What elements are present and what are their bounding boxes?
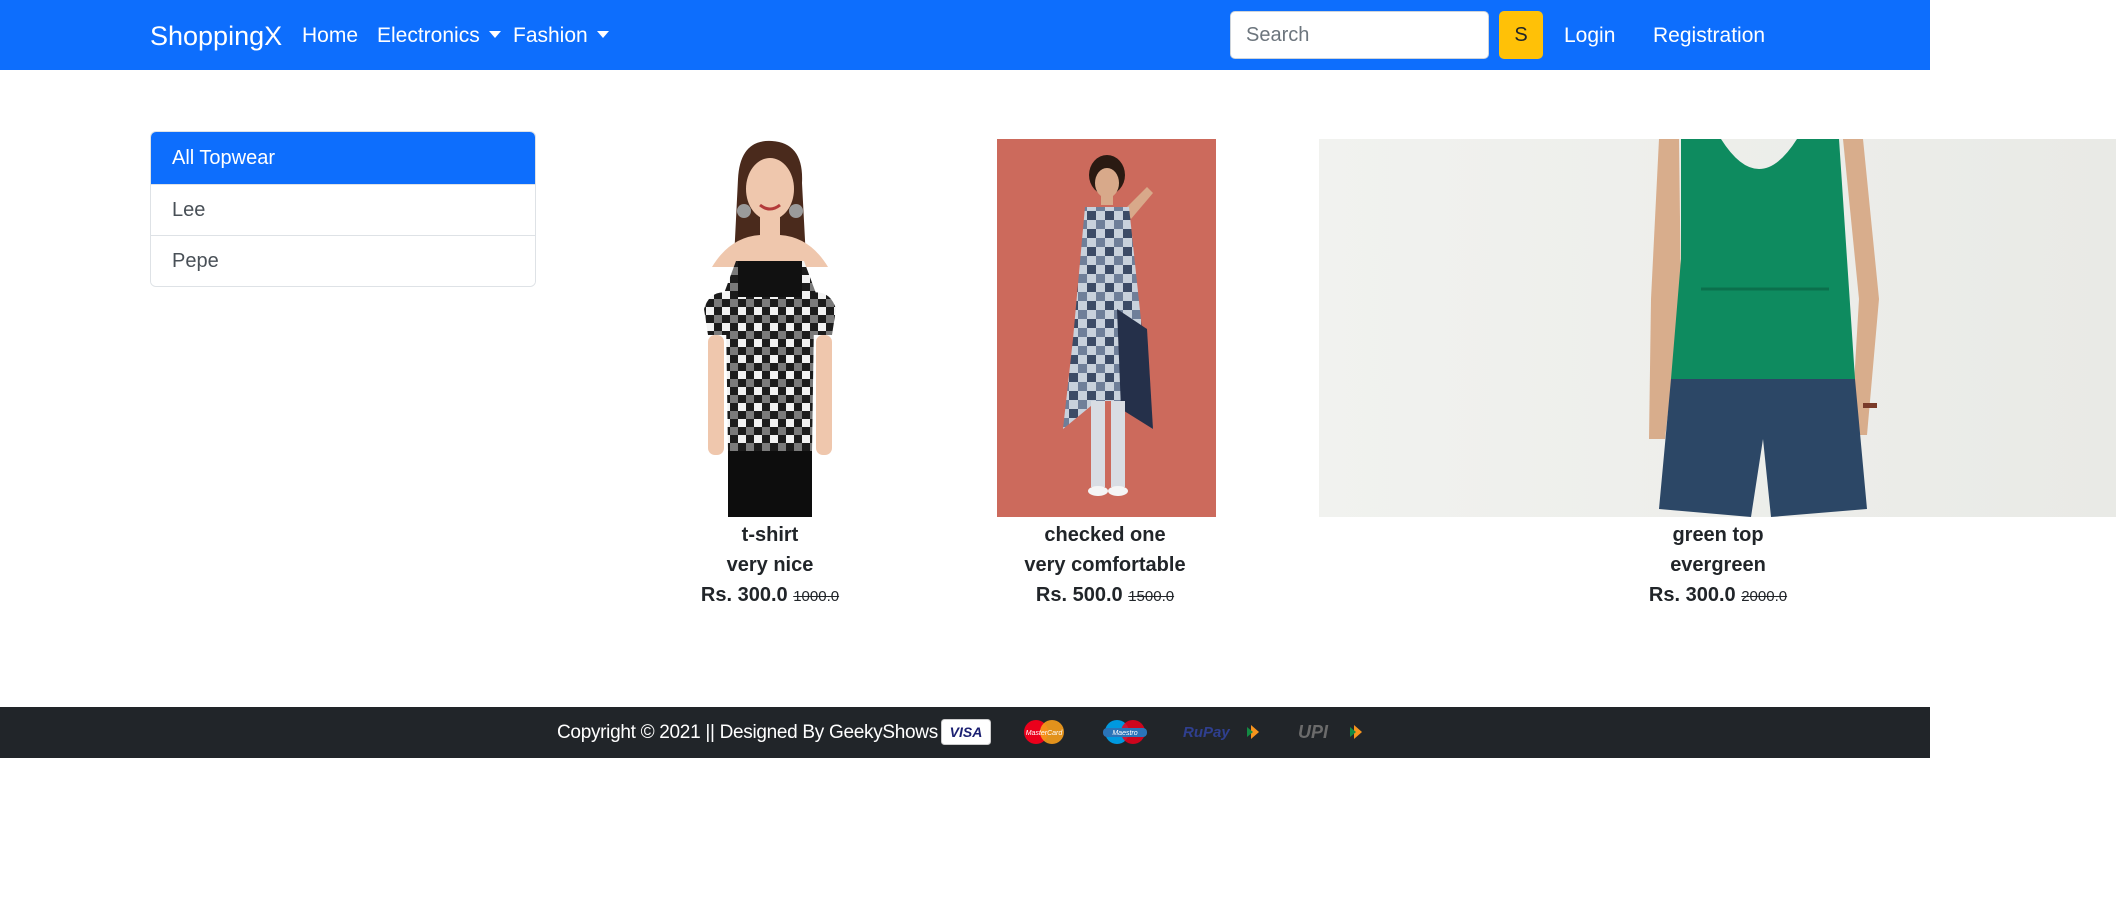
product-description: evergreen — [1670, 554, 1766, 576]
product-image[interactable] — [674, 139, 866, 517]
product-price: Rs. 300.0 — [700, 584, 788, 606]
product-name: green top — [1672, 524, 1764, 546]
product-price-row: Rs. 300.0 2000.0 — [1518, 580, 1918, 612]
product-image[interactable] — [1319, 139, 2116, 517]
product-mrp: 1500.0 — [1128, 588, 1175, 605]
footer: Copyright © 2021 || Designed By GeekySho… — [0, 707, 1930, 758]
visa-icon: VISA — [941, 719, 991, 750]
product-mrp: 2000.0 — [1741, 588, 1788, 605]
copyright-text: Copyright © 2021 || Designed By GeekySho… — [557, 722, 953, 743]
nav-home-link[interactable]: Home — [302, 23, 358, 49]
category-item-all-topwear[interactable]: All Topwear — [151, 132, 535, 184]
mastercard-icon: MasterCard — [1018, 719, 1070, 750]
category-list: All Topwear Lee Pepe — [150, 131, 536, 287]
mastercard-label: MasterCard — [1026, 730, 1064, 737]
nav-fashion-label: Fashion — [513, 24, 588, 47]
product-info: green top evergreen Rs. 300.0 2000.0 — [1518, 520, 1918, 612]
product-description: very comfortable — [1024, 554, 1186, 576]
nav-fashion-dropdown[interactable]: Fashion — [513, 23, 609, 49]
visa-label: VISA — [950, 724, 983, 740]
product-price: Rs. 500.0 — [1035, 584, 1123, 606]
rupay-label: RuPay — [1183, 724, 1230, 741]
category-item-pepe[interactable]: Pepe — [151, 235, 535, 286]
top-navbar: ShoppingX Home Electronics Fashion S Log… — [0, 0, 1930, 70]
rupay-icon: RuPay — [1181, 719, 1263, 750]
caret-down-icon — [596, 31, 609, 38]
category-item-lee[interactable]: Lee — [151, 184, 535, 235]
maestro-icon: Maestro — [1099, 719, 1151, 750]
product-mrp: 1000.0 — [793, 588, 840, 605]
maestro-label: Maestro — [1112, 730, 1137, 737]
product-price-row: Rs. 500.0 1500.0 — [905, 580, 1305, 612]
product-info: checked one very comfortable Rs. 500.0 1… — [905, 520, 1305, 612]
search-button[interactable]: S — [1499, 11, 1543, 59]
nav-electronics-label: Electronics — [377, 24, 480, 47]
nav-electronics-dropdown[interactable]: Electronics — [377, 23, 501, 49]
search-input[interactable] — [1230, 11, 1489, 59]
product-name: checked one — [1044, 524, 1166, 546]
upi-label: UPI — [1298, 722, 1329, 742]
registration-link[interactable]: Registration — [1653, 23, 1765, 49]
product-price: Rs. 300.0 — [1648, 584, 1736, 606]
caret-down-icon — [488, 31, 501, 38]
brand-logo[interactable]: ShoppingX — [150, 20, 282, 52]
login-link[interactable]: Login — [1564, 23, 1615, 49]
upi-icon: UPI — [1296, 719, 1370, 750]
product-image[interactable] — [997, 139, 1216, 517]
